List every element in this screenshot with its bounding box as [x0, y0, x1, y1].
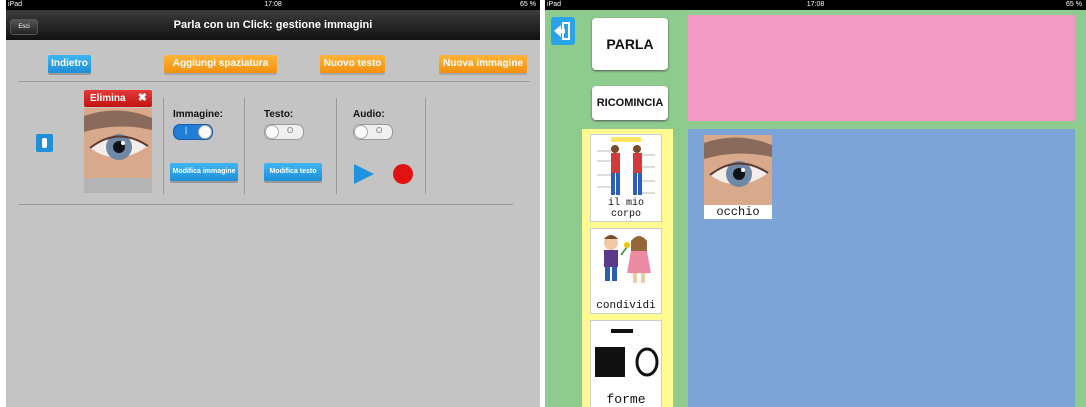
column-divider [425, 98, 426, 194]
exit-button[interactable] [551, 17, 575, 45]
audio-label: Audio: [353, 109, 385, 120]
clock: 17:08 [264, 1, 282, 8]
category-card[interactable]: forme [590, 320, 662, 407]
back-button[interactable]: Indietro [48, 55, 91, 73]
column-divider [244, 98, 245, 194]
children-sharing-icon [604, 235, 651, 283]
body-chart-icon [597, 137, 655, 195]
delete-label: Elimina [90, 93, 126, 104]
symbol-label: occhio [704, 205, 772, 219]
restart-button[interactable]: RICOMINCIA [592, 86, 668, 120]
column-divider [163, 98, 164, 194]
add-spacing-button[interactable]: Aggiungi spaziatura [164, 55, 277, 73]
status-bar: iPad 17:08 65 % [545, 0, 1086, 10]
category-card[interactable]: il mio corpo [590, 134, 662, 222]
clock: 17:08 [806, 1, 825, 8]
toggle-knob [265, 125, 279, 139]
toggle-knob [198, 125, 212, 139]
eye-image [704, 135, 772, 205]
image-caption-area [84, 178, 152, 193]
edit-text-button[interactable]: Modifica testo [264, 163, 322, 181]
phrase-bar [688, 15, 1075, 121]
image-toggle[interactable]: | [173, 124, 213, 140]
drag-handle[interactable] [36, 134, 53, 152]
hand-icon [42, 138, 47, 148]
new-text-button[interactable]: Nuovo testo [320, 55, 385, 73]
toggle-off-mark: O [376, 126, 383, 135]
symbol-tile[interactable]: occhio [704, 135, 772, 219]
close-icon: ✖ [137, 92, 147, 104]
status-bar: iPad 17:08 65 % [6, 0, 540, 10]
image-thumbnail [84, 108, 152, 178]
speak-button[interactable]: PARLA [592, 18, 668, 70]
speaking-board-screen: iPad 17:08 65 % PARLA RICOMINCIA il mio … [545, 0, 1086, 407]
exit-button[interactable]: Esci [10, 19, 38, 35]
text-label: Testo: [264, 109, 294, 120]
exit-door-icon [554, 22, 570, 40]
new-image-button[interactable]: Nuova immagine [439, 55, 527, 73]
audio-toggle[interactable]: O [353, 124, 393, 140]
edit-image-button[interactable]: Modifica immagine [170, 163, 238, 181]
category-label: forme [606, 392, 646, 407]
row-divider [18, 204, 513, 205]
shapes-icon [595, 329, 659, 377]
toolbar-divider [18, 81, 530, 82]
play-icon[interactable] [352, 163, 376, 185]
text-toggle[interactable]: O [264, 124, 304, 140]
column-divider [336, 98, 337, 194]
eye-photo [704, 135, 772, 205]
navigation-bar: Parla con un Click: gestione immagini Es… [6, 10, 540, 40]
toggle-on-mark: | [185, 126, 188, 135]
management-screen: iPad 17:08 65 % Parla con un Click: gest… [6, 0, 540, 407]
category-label: il mio corpo [607, 198, 644, 220]
toggle-off-mark: O [287, 126, 294, 135]
image-label: Immagine: [173, 109, 224, 120]
category-label: condividi [596, 300, 656, 312]
battery-level: 65 % [1066, 1, 1082, 8]
page-title: Parla con un Click: gestione immagini [173, 19, 373, 31]
eye-image [84, 108, 152, 178]
delete-button[interactable]: Elimina ✖ [84, 90, 152, 107]
toggle-knob [354, 125, 368, 139]
battery-level: 65 % [520, 1, 536, 8]
category-card[interactable]: condividi [590, 228, 662, 314]
record-icon[interactable] [392, 163, 414, 185]
